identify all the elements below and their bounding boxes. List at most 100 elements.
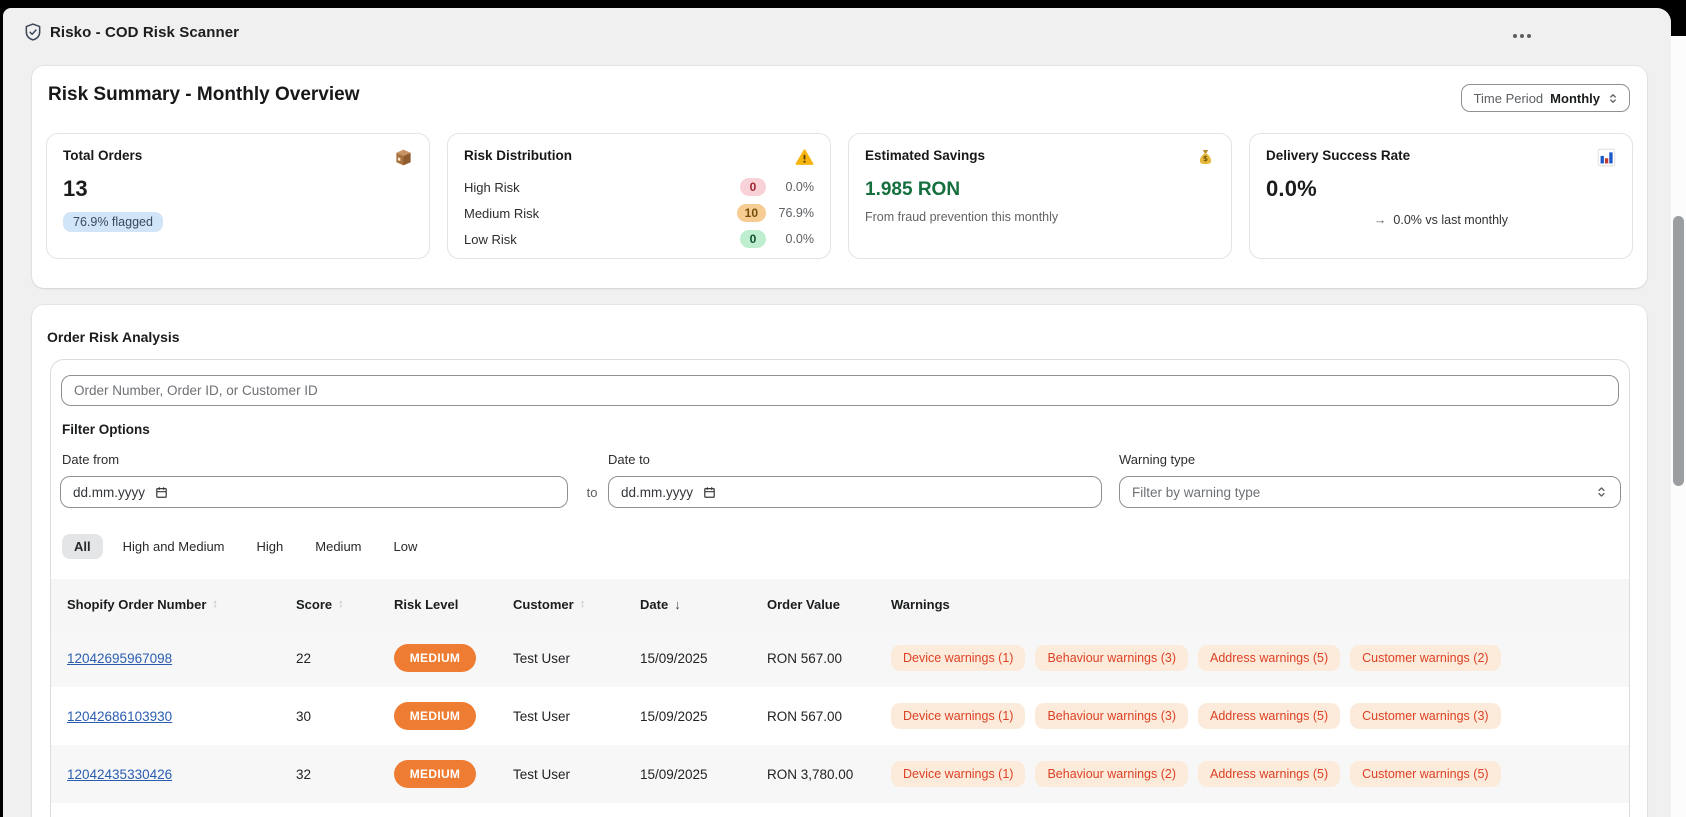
scrollbar-track[interactable]: [1671, 36, 1686, 817]
order-link[interactable]: 12042695967098: [67, 651, 172, 666]
column-header-label: Warnings: [891, 597, 950, 612]
warning-type-select[interactable]: Filter by warning type: [1119, 476, 1621, 508]
risk-level-pill: MEDIUM: [394, 644, 476, 672]
order-value-cell: RON 567.00: [767, 651, 891, 666]
score-cell: 22: [296, 651, 394, 666]
risk-count-badge: 0: [740, 178, 766, 196]
score-cell: 32: [296, 767, 394, 782]
risk-row-label: Low Risk: [464, 232, 740, 247]
search-input[interactable]: [61, 375, 1619, 406]
analysis-card: Order Risk Analysis Filter Options Date …: [32, 305, 1647, 817]
calendar-icon[interactable]: [155, 486, 168, 499]
filter-options-label: Filter Options: [62, 422, 150, 437]
estimated-savings-label: Estimated Savings: [865, 148, 985, 163]
column-header-warnings: Warnings: [891, 597, 1613, 612]
risk-row: High Risk00.0%: [464, 174, 814, 200]
table-row: 1204269596709822MEDIUMTest User15/09/202…: [51, 629, 1629, 687]
column-header-label: Date: [640, 597, 668, 612]
shield-icon: [23, 22, 43, 42]
sort-icon: ↕: [580, 598, 586, 610]
warning-badge: Address warnings (5): [1198, 645, 1340, 671]
risk-percent: 0.0%: [766, 232, 814, 246]
risk-percent: 76.9%: [766, 206, 814, 220]
column-header-date[interactable]: Date↓: [640, 597, 767, 612]
date-cell: 15/09/2025: [640, 767, 767, 782]
warning-type-label: Warning type: [1119, 452, 1195, 467]
more-horizontal-icon: [1513, 34, 1517, 38]
app-title: Risko - COD Risk Scanner: [50, 24, 239, 41]
savings-subtext: From fraud prevention this monthly: [865, 210, 1215, 224]
risk-distribution-label: Risk Distribution: [464, 148, 572, 163]
warning-icon: [795, 148, 814, 167]
metrics-row: Total Orders 13 76.9% flagged Ris: [46, 133, 1633, 259]
warning-badge: Customer warnings (2): [1350, 645, 1500, 671]
flagged-badge: 76.9% flagged: [63, 212, 163, 232]
warnings-cell: Device warnings (1)Behaviour warnings (2…: [891, 761, 1613, 787]
delivery-success-value: 0.0%: [1266, 176, 1616, 202]
column-header-shopify-order-number[interactable]: Shopify Order Number ↕: [67, 597, 296, 612]
risk-row-label: Medium Risk: [464, 206, 737, 221]
savings-value: 1.985 RON: [865, 179, 1215, 201]
trend-text: 0.0% vs last monthly: [1393, 213, 1508, 227]
customer-cell: Test User: [513, 651, 640, 666]
filter-panel: Filter Options Date from Date to Warning…: [50, 359, 1630, 817]
warning-badge: Address warnings (5): [1198, 761, 1340, 787]
date-to-label: Date to: [608, 452, 650, 467]
time-period-label: Time Period: [1474, 91, 1544, 106]
order-value-cell: RON 567.00: [767, 709, 891, 724]
calendar-icon[interactable]: [703, 486, 716, 499]
table-body: 1204269596709822MEDIUMTest User15/09/202…: [51, 629, 1629, 803]
tab-low[interactable]: Low: [382, 534, 430, 559]
sort-icon: ↕: [338, 598, 344, 610]
warning-badge: Device warnings (1): [891, 761, 1025, 787]
tab-all[interactable]: All: [62, 534, 103, 559]
customer-cell: Test User: [513, 767, 640, 782]
risk-level-pill: MEDIUM: [394, 760, 476, 788]
header-bar: Risko - COD Risk Scanner: [3, 8, 1671, 56]
column-header-customer[interactable]: Customer ↕: [513, 597, 640, 612]
date-to-placeholder: dd.mm.yyyy: [621, 485, 693, 500]
analysis-heading: Order Risk Analysis: [47, 329, 180, 345]
estimated-savings-card: Estimated Savings $ 1.985 RON From fraud…: [848, 133, 1232, 259]
table-row: 1204268610393030MEDIUMTest User15/09/202…: [51, 687, 1629, 745]
package-icon: [394, 148, 413, 167]
orders-table: Shopify Order Number↕Score↕Risk LevelCus…: [51, 579, 1629, 803]
order-number-cell: 12042686103930: [67, 709, 296, 724]
tab-medium[interactable]: Medium: [303, 534, 373, 559]
order-number-cell: 12042695967098: [67, 651, 296, 666]
risk-row: Medium Risk1076.9%: [464, 200, 814, 226]
warning-badge: Address warnings (5): [1198, 703, 1340, 729]
column-header-label: Score: [296, 597, 332, 612]
chevron-updown-icon: [1595, 485, 1608, 499]
date-to-input[interactable]: dd.mm.yyyy: [608, 476, 1102, 508]
table-header-row: Shopify Order Number↕Score↕Risk LevelCus…: [51, 579, 1629, 629]
app-frame: Risko - COD Risk Scanner Risk Summary - …: [3, 8, 1671, 817]
warning-badge: Customer warnings (5): [1350, 761, 1500, 787]
date-from-input[interactable]: dd.mm.yyyy: [60, 476, 568, 508]
column-header-label: Customer: [513, 597, 574, 612]
scrollbar-thumb[interactable]: [1673, 216, 1684, 486]
delivery-success-card: Delivery Success Rate 0.0% →0.0% vs last…: [1249, 133, 1633, 259]
column-header-label: Shopify Order Number: [67, 597, 206, 612]
order-number-cell: 12042435330426: [67, 767, 296, 782]
order-value-cell: RON 3,780.00: [767, 767, 891, 782]
time-period-select[interactable]: Time Period Monthly: [1461, 84, 1630, 112]
order-link[interactable]: 12042686103930: [67, 709, 172, 724]
table-row: 12042435330426 32MEDIUM Test User15/09/202…: [51, 745, 1629, 803]
bar-chart-icon: [1597, 148, 1616, 167]
risk-distribution-rows: High Risk00.0%Medium Risk1076.9% Low Risk…: [464, 174, 814, 252]
delivery-success-label: Delivery Success Rate: [1266, 148, 1410, 163]
tab-high-and-medium[interactable]: High and Medium: [111, 534, 237, 559]
sort-icon: ↕: [212, 598, 218, 610]
summary-card: Risk Summary - Monthly Overview Time Per…: [32, 66, 1647, 288]
score-cell: 30: [296, 709, 394, 724]
column-header-order-value: Order Value: [767, 597, 891, 612]
more-menu-button[interactable]: [1509, 30, 1535, 42]
tab-high[interactable]: High: [245, 534, 296, 559]
order-link[interactable]: 12042435330426: [67, 767, 172, 782]
risk-level-cell: MEDIUM: [394, 644, 513, 672]
total-orders-value: 13: [63, 176, 413, 202]
column-header-score[interactable]: Score ↕: [296, 597, 394, 612]
time-period-value: Monthly: [1550, 91, 1600, 106]
warning-badge: Device warnings (1): [891, 703, 1025, 729]
